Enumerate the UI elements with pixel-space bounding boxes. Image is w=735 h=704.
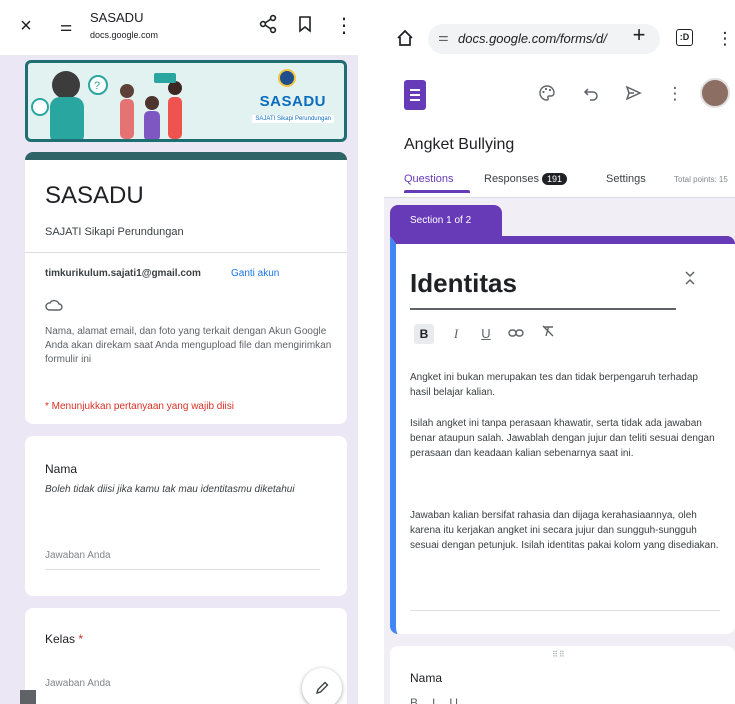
browser-top-bar: ⚌ docs.google.com/forms/d/ + :D ⋮ xyxy=(384,0,735,68)
share-icon[interactable] xyxy=(256,14,280,40)
question-label: Kelas * xyxy=(45,632,83,646)
svg-text:?: ? xyxy=(94,80,100,92)
section-title[interactable]: Identitas xyxy=(410,268,517,299)
tab-responses[interactable]: Responses 191 xyxy=(484,173,568,185)
forms-app-header: ⋮ Angket Bullying Questions Responses 191… xyxy=(384,68,735,198)
question-label[interactable]: Nama xyxy=(410,671,442,685)
active-tab-indicator xyxy=(404,190,470,193)
question-card-nama[interactable]: ⠿⠿ Nama BIU xyxy=(390,646,735,704)
edit-pencil-button[interactable] xyxy=(302,668,342,704)
section-tag: Section 1 of 2 xyxy=(390,205,502,237)
answer-input-kelas[interactable]: Jawaban Anda xyxy=(45,678,305,700)
link-icon[interactable] xyxy=(506,324,526,344)
tab-switcher-button[interactable]: :D xyxy=(676,29,693,46)
italic-button[interactable]: I xyxy=(432,696,449,704)
clear-format-icon[interactable] xyxy=(538,324,558,344)
banner-brand: SASADU xyxy=(259,93,326,110)
underline-button[interactable]: U xyxy=(449,696,472,704)
home-icon[interactable] xyxy=(394,29,416,52)
total-points: Total points: 15 xyxy=(674,175,728,184)
send-icon[interactable] xyxy=(622,84,644,107)
underline-button[interactable]: U xyxy=(476,324,496,344)
cloud-off-icon xyxy=(45,298,63,315)
google-forms-icon[interactable] xyxy=(404,80,426,110)
account-notice: Nama, alamat email, dan foto yang terkai… xyxy=(45,326,332,365)
section-card[interactable]: Identitas B I U Angket ini bukan merupak… xyxy=(390,236,735,634)
format-toolbar: B I U xyxy=(410,320,575,346)
question-hint: Boleh tidak diisi jika kamu tak mau iden… xyxy=(45,484,295,495)
responses-count-badge: 191 xyxy=(542,173,568,185)
more-options-icon[interactable]: ⋮ xyxy=(664,84,686,104)
address-bar[interactable]: ⚌ docs.google.com/forms/d/ xyxy=(428,24,660,54)
tab-responses-label: Responses xyxy=(484,173,540,185)
question-card-nama: Nama Boleh tidak diisi jika kamu tak mau… xyxy=(25,436,347,596)
banner-illustration: ? xyxy=(31,71,182,139)
page-title: SASADU xyxy=(90,10,144,25)
more-menu-icon[interactable]: ⋮ xyxy=(714,29,735,49)
tab-questions[interactable]: Questions xyxy=(404,173,454,185)
banner-brand-subtitle: SAJATI Sikapi Perundungan xyxy=(252,115,334,123)
required-star: * xyxy=(78,632,84,646)
tab-settings[interactable]: Settings xyxy=(606,173,646,185)
url-text: docs.google.com/forms/d/ xyxy=(458,31,607,46)
switch-account-link[interactable]: Ganti akun xyxy=(231,268,279,279)
required-note: * Menunjukkan pertanyaan yang wajib diis… xyxy=(45,401,235,412)
new-tab-icon[interactable]: + xyxy=(628,24,650,46)
browser-top-bar: × ⚌ SASADU docs.google.com ⋮ xyxy=(0,0,358,55)
title-underline xyxy=(410,308,676,310)
form-banner: ? SASADU SAJATI Sikapi Perundungan xyxy=(25,60,347,142)
form-editor-panel: ⚌ docs.google.com/forms/d/ + :D ⋮ ⋮ Angk… xyxy=(384,0,735,704)
question-format-toolbar: BIU xyxy=(410,696,472,704)
report-icon[interactable] xyxy=(20,690,36,704)
divider xyxy=(384,197,735,198)
account-email: timkurikulum.sajati1@gmail.com xyxy=(45,268,201,279)
answer-input-nama[interactable]: Jawaban Anda xyxy=(45,548,320,570)
avatar[interactable] xyxy=(700,78,730,108)
section-paragraph: Angket ini bukan merupakan tes dan tidak… xyxy=(410,372,698,398)
form-header-card: SASADU SAJATI Sikapi Perundungan timkuri… xyxy=(25,152,347,424)
undo-icon[interactable] xyxy=(580,84,602,107)
drag-handle-icon[interactable]: ⠿⠿ xyxy=(552,650,566,659)
collapse-icon[interactable] xyxy=(684,270,696,289)
page-domain: docs.google.com xyxy=(90,30,159,40)
bold-button[interactable]: B xyxy=(410,696,432,704)
form-title: SASADU xyxy=(45,182,144,209)
site-settings-icon[interactable]: ⚌ xyxy=(438,30,449,44)
divider xyxy=(410,610,720,611)
bookmark-icon[interactable] xyxy=(293,14,317,40)
section-paragraph: Jawaban kalian bersifat rahasia dan dija… xyxy=(410,510,719,551)
question-label-text: Kelas xyxy=(45,632,76,646)
form-description: SAJATI Sikapi Perundungan xyxy=(45,226,184,238)
question-card-kelas: Kelas * Jawaban Anda xyxy=(25,608,347,704)
italic-button[interactable]: I xyxy=(446,324,466,344)
form-preview-panel: × ⚌ SASADU docs.google.com ⋮ ? SASADU SA… xyxy=(0,0,358,704)
form-title: Angket Bullying xyxy=(404,136,515,153)
school-logo-icon xyxy=(278,69,296,87)
section-paragraph: Isilah angket ini tanpa perasaan khawati… xyxy=(410,418,715,459)
bold-button[interactable]: B xyxy=(414,324,434,344)
site-settings-icon[interactable]: ⚌ xyxy=(54,14,78,38)
question-label: Nama xyxy=(45,462,78,476)
close-icon[interactable]: × xyxy=(14,14,38,38)
palette-icon[interactable] xyxy=(536,84,558,107)
divider xyxy=(25,252,347,253)
more-menu-icon[interactable]: ⋮ xyxy=(332,14,356,38)
